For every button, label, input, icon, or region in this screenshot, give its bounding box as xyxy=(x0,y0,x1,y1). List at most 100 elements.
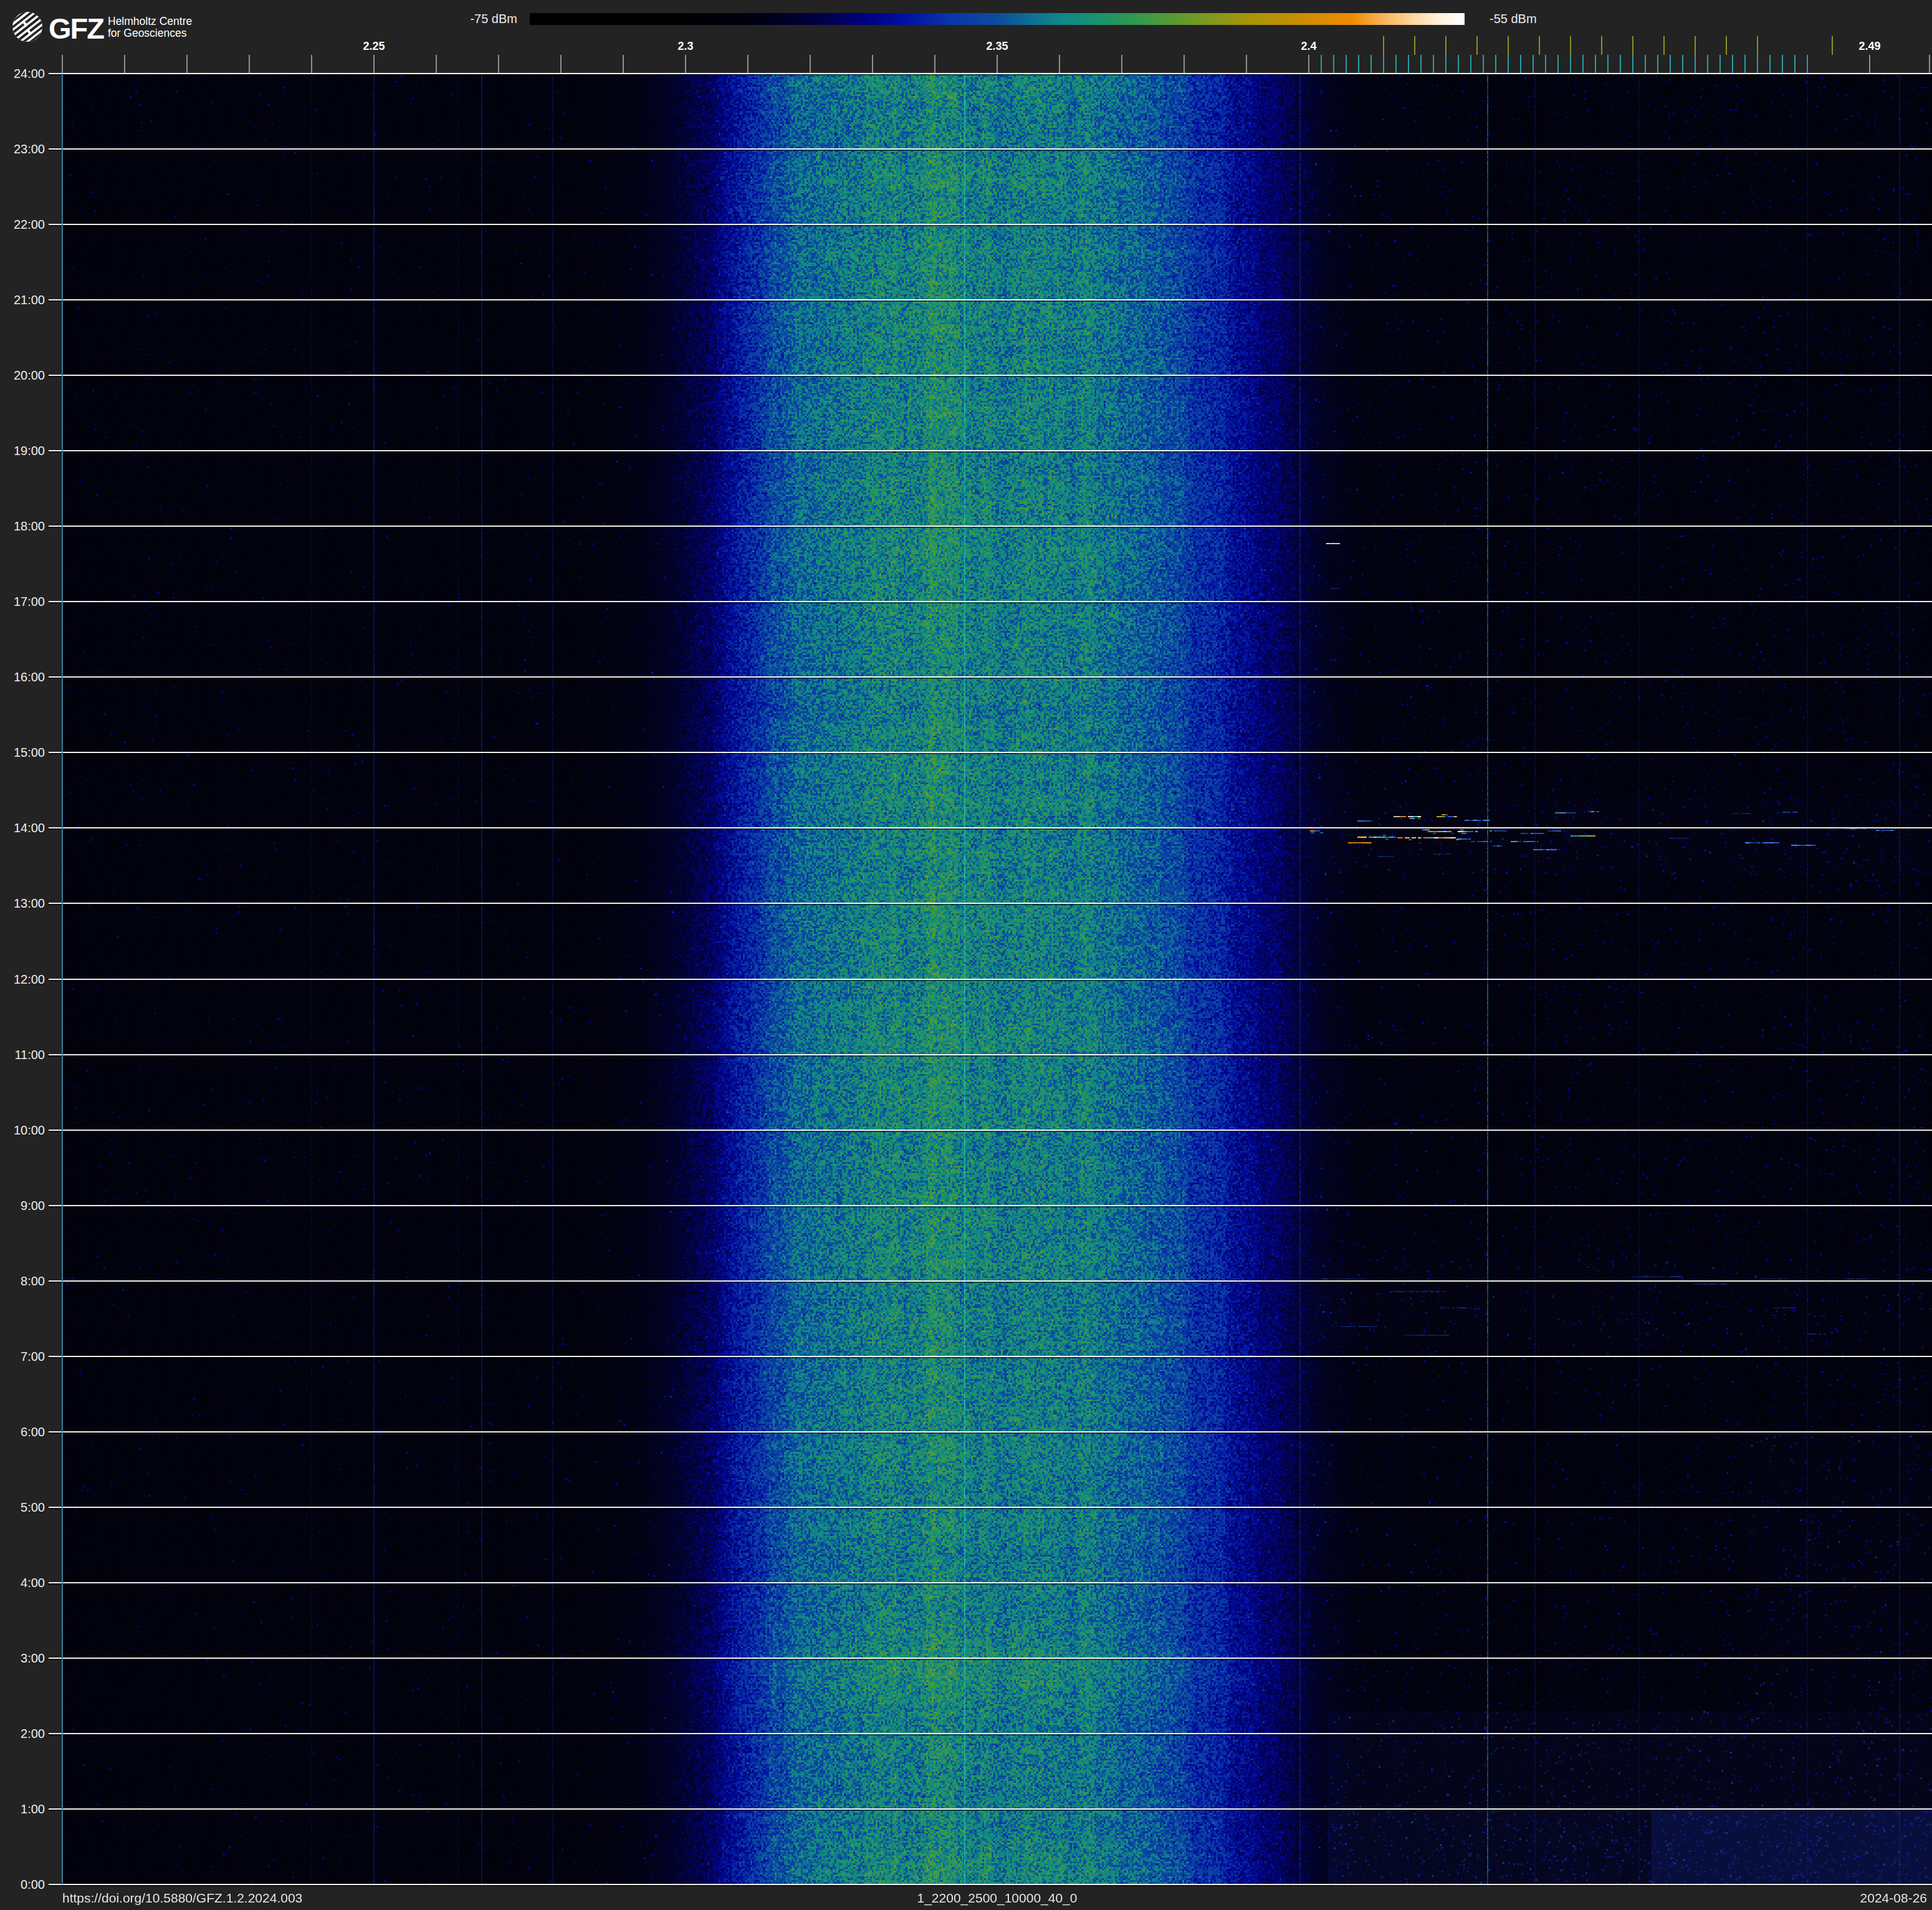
bluetooth-channel-tick xyxy=(1695,55,1696,73)
bluetooth-channel-tick xyxy=(1707,55,1708,73)
gfz-logo xyxy=(10,9,45,44)
hour-gridline xyxy=(49,73,1932,74)
hour-gridline xyxy=(49,979,1932,980)
bluetooth-channel-tick xyxy=(1744,55,1746,73)
freq-minor-tick xyxy=(1869,55,1870,73)
bluetooth-channel-tick xyxy=(1807,55,1808,73)
hour-gridline xyxy=(49,224,1932,225)
hour-label: 9:00 xyxy=(1,1199,45,1212)
wifi-channel-tick xyxy=(1726,36,1727,55)
hour-label: 16:00 xyxy=(1,671,45,683)
bluetooth-channel-tick xyxy=(1607,55,1609,73)
freq-minor-tick xyxy=(249,55,250,73)
spectrogram-page: GFZ Helmholtz Centre for Geosciences -75… xyxy=(0,0,1932,1910)
bluetooth-channel-tick xyxy=(1333,55,1334,73)
freq-minor-tick xyxy=(747,55,748,73)
hour-label: 24:00 xyxy=(1,67,45,80)
hour-gridline xyxy=(49,1884,1932,1885)
hour-gridline xyxy=(49,1582,1932,1583)
freq-minor-tick xyxy=(685,55,686,73)
footer-bar: https://doi.org/10.5880/GFZ.1.2.2024.003… xyxy=(0,1886,1932,1910)
wifi-channel-tick xyxy=(1508,36,1509,55)
freq-minor-tick xyxy=(934,55,935,73)
hour-label: 11:00 xyxy=(1,1049,45,1061)
gfz-brand-text: GFZ xyxy=(49,11,103,46)
colorbar-min-label: -75 dBm xyxy=(442,12,517,26)
wifi-channel-tick xyxy=(1476,36,1478,55)
freq-minor-tick xyxy=(186,55,188,73)
date-label: 2024-08-26 xyxy=(1860,1891,1927,1906)
hour-label: 22:00 xyxy=(1,218,45,231)
wifi-channel-tick xyxy=(1695,36,1696,55)
hour-gridline xyxy=(49,1431,1932,1432)
bluetooth-channel-tick xyxy=(1769,55,1771,73)
hour-label: 1:00 xyxy=(1,1803,45,1815)
bluetooth-channel-tick xyxy=(1557,55,1559,73)
freq-minor-tick xyxy=(560,55,562,73)
wifi-channel-tick xyxy=(1414,36,1415,55)
freq-label: 2.4 xyxy=(1301,40,1316,53)
freq-minor-tick xyxy=(1246,55,1247,73)
hour-label: 10:00 xyxy=(1,1124,45,1136)
gfz-tagline-line1: Helmholtz Centre xyxy=(108,16,192,27)
bluetooth-channel-tick xyxy=(1420,55,1422,73)
freq-minor-tick xyxy=(1059,55,1060,73)
bluetooth-channel-tick xyxy=(1408,55,1409,73)
hour-gridline xyxy=(49,1356,1932,1357)
colorbar xyxy=(530,13,1465,25)
hour-label: 12:00 xyxy=(1,973,45,986)
wifi-channel-tick xyxy=(1445,36,1447,55)
hour-label: 18:00 xyxy=(1,520,45,532)
bluetooth-channel-tick xyxy=(1732,55,1733,73)
colorbar-max-label: -55 dBm xyxy=(1490,12,1537,26)
bluetooth-channel-tick xyxy=(1719,55,1721,73)
bluetooth-channel-tick xyxy=(1520,55,1521,73)
hour-label: 5:00 xyxy=(1,1501,45,1514)
wifi-channel-tick xyxy=(1632,36,1633,55)
hour-label: 23:00 xyxy=(1,143,45,155)
wifi-channel-tick xyxy=(1663,36,1665,55)
hour-label: 19:00 xyxy=(1,444,45,457)
hour-gridline xyxy=(49,1507,1932,1508)
bluetooth-channel-tick xyxy=(1670,55,1671,73)
wifi-channel-tick xyxy=(1757,36,1758,55)
bluetooth-channel-tick xyxy=(1545,55,1546,73)
freq-minor-tick xyxy=(498,55,499,73)
bluetooth-channel-tick xyxy=(1508,55,1509,73)
hour-label: 4:00 xyxy=(1,1576,45,1589)
bluetooth-channel-tick xyxy=(1595,55,1596,73)
hour-gridline xyxy=(49,375,1932,376)
bluetooth-channel-tick xyxy=(1657,55,1658,73)
bluetooth-channel-tick xyxy=(1632,55,1633,73)
freq-minor-tick xyxy=(311,55,312,73)
hour-gridline xyxy=(49,1658,1932,1659)
hour-gridline xyxy=(49,601,1932,602)
bluetooth-channel-tick xyxy=(1682,55,1683,73)
bluetooth-channel-tick xyxy=(1358,55,1359,73)
bluetooth-channel-tick xyxy=(1483,55,1484,73)
bluetooth-channel-tick xyxy=(1383,55,1384,73)
hour-gridline xyxy=(49,148,1932,150)
freq-label: 2.25 xyxy=(363,40,385,53)
hour-label: 7:00 xyxy=(1,1350,45,1363)
bluetooth-channel-tick xyxy=(1794,55,1796,73)
plot-left-spine xyxy=(62,74,63,1884)
bluetooth-channel-tick xyxy=(1445,55,1447,73)
hour-gridline xyxy=(49,903,1932,904)
bluetooth-channel-tick xyxy=(1346,55,1347,73)
bluetooth-channel-tick xyxy=(1395,55,1397,73)
bluetooth-channel-tick xyxy=(1458,55,1459,73)
freq-edge-tick xyxy=(1929,55,1930,73)
bluetooth-channel-tick xyxy=(1495,55,1496,73)
hour-label: 8:00 xyxy=(1,1275,45,1287)
hour-gridline xyxy=(49,827,1932,828)
hour-label: 6:00 xyxy=(1,1426,45,1438)
hour-gridline xyxy=(49,1054,1932,1055)
wifi-channel-tick xyxy=(1383,36,1384,55)
wifi-channel-tick xyxy=(1570,36,1571,55)
hour-label: 3:00 xyxy=(1,1652,45,1664)
bluetooth-channel-tick xyxy=(1757,55,1758,73)
bluetooth-channel-tick xyxy=(1321,55,1322,73)
hour-label: 14:00 xyxy=(1,822,45,834)
freq-minor-tick xyxy=(436,55,437,73)
